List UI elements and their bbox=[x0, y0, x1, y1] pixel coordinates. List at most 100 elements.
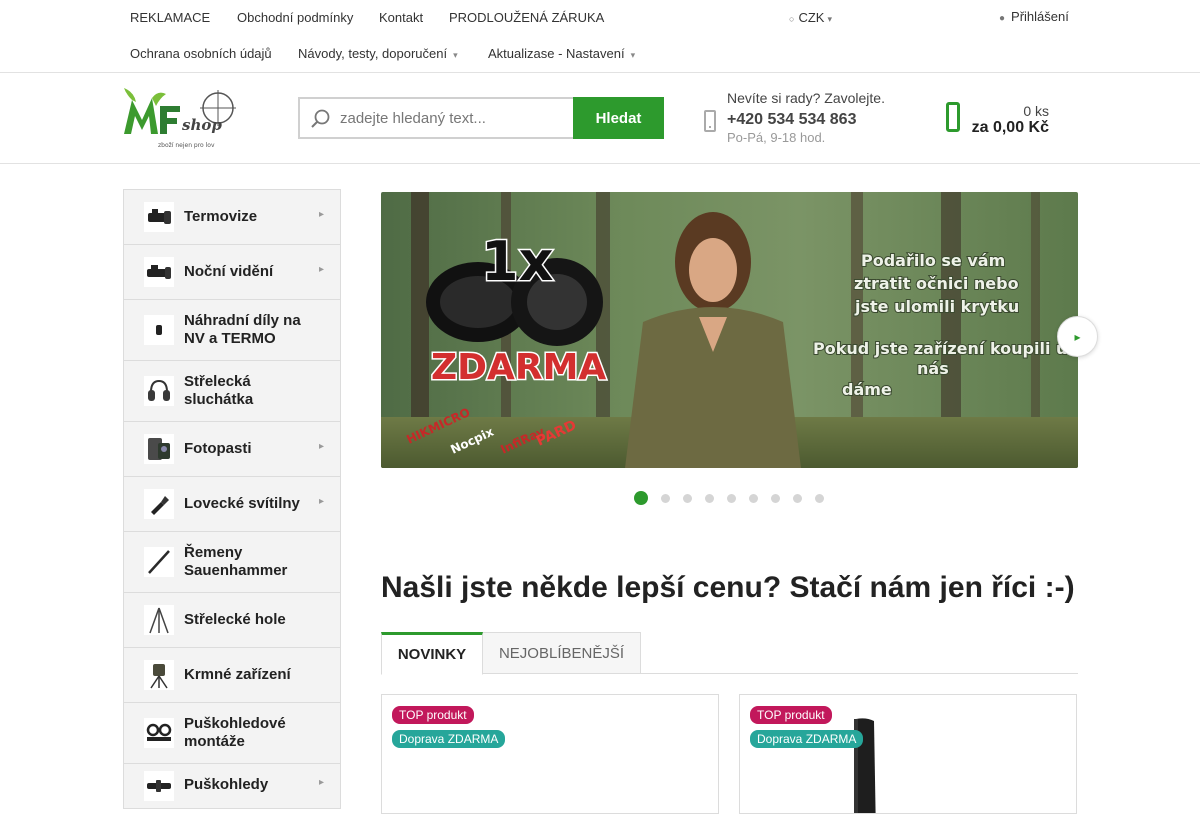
hero-banner[interactable]: 1x ZDARMA HIKMICRO Nocpix InfiRay PARD P… bbox=[381, 192, 1078, 468]
banner-text-line-5: nás bbox=[917, 359, 949, 378]
search-button[interactable]: Hledat bbox=[573, 97, 664, 139]
product-card[interactable]: TOP produkt Doprava ZDARMA bbox=[739, 694, 1077, 814]
sidebar-item-label: Lovecké svítilny bbox=[184, 495, 300, 512]
banner-dot[interactable] bbox=[683, 494, 692, 503]
sidebar-item-label: Puškohledy bbox=[184, 776, 269, 793]
menu-aktualizase-label: Aktualizase - Nastavení bbox=[488, 46, 625, 61]
night-vision-icon bbox=[144, 257, 174, 287]
site-header: shop zboží nejen pro lov Hledat Nevíte s… bbox=[0, 73, 1200, 164]
link-obchodni-podminky[interactable]: Obchodní podmínky bbox=[237, 10, 353, 25]
banner-1x-text: 1x bbox=[481, 230, 554, 293]
product-card[interactable]: TOP produkt Doprava ZDARMA bbox=[381, 694, 719, 814]
banner-text-line-2: ztratit očnici nebo bbox=[854, 274, 1019, 293]
sidebar-item-label: Termovize bbox=[184, 208, 258, 225]
search-form: Hledat bbox=[298, 97, 664, 139]
menu-navody[interactable]: Návody, testy, doporučení ▾ bbox=[298, 46, 458, 61]
search-input[interactable] bbox=[340, 107, 566, 129]
banner-text-line-6: dáme bbox=[842, 380, 892, 399]
sidebar-item-label: Střelecká sluchátka bbox=[184, 373, 254, 408]
shooting-stick-icon bbox=[144, 605, 174, 635]
flag-free-shipping: Doprava ZDARMA bbox=[392, 730, 506, 748]
help-question: Nevíte si rady? Zavolejte. bbox=[727, 90, 885, 106]
banner-text-line-1: Podařilo se vám bbox=[861, 251, 1005, 270]
rifle-sling-icon bbox=[144, 547, 174, 577]
logo-tagline: zboží nejen pro lov bbox=[158, 142, 215, 149]
link-prodlouzena-zaruka[interactable]: PRODLOUŽENÁ ZÁRUKA bbox=[449, 10, 604, 25]
phone-icon bbox=[704, 110, 716, 132]
banner-next-button[interactable]: ▸ bbox=[1057, 316, 1098, 357]
logo-graphic: shop zboží nejen pro lov bbox=[124, 88, 236, 149]
banner-dot[interactable] bbox=[634, 491, 648, 505]
chevron-right-icon: ▸ bbox=[318, 209, 324, 220]
page-headline: Našli jste někde lepší cenu? Stačí nám j… bbox=[381, 571, 1075, 604]
chevron-right-icon: ▸ bbox=[318, 264, 324, 275]
sidebar-item-label: Fotopasti bbox=[184, 440, 252, 457]
sidebar-item-nocni-videni[interactable]: Noční vidění ▸ bbox=[124, 245, 340, 300]
trail-camera-icon bbox=[144, 434, 174, 464]
banner-dot[interactable] bbox=[749, 494, 758, 503]
sidebar-item-remeny-sauenhammer[interactable]: Řemeny Sauenhammer bbox=[124, 532, 340, 593]
link-reklamace[interactable]: REKLAMACE bbox=[130, 10, 210, 25]
sidebar-item-krmne-zarizeni[interactable]: Krmné zařízení bbox=[124, 648, 340, 703]
banner-dot[interactable] bbox=[661, 494, 670, 503]
flashlight-icon bbox=[144, 489, 174, 519]
feeder-icon bbox=[144, 660, 174, 690]
login-label: Přihlášení bbox=[1011, 9, 1069, 24]
ear-protection-icon bbox=[144, 376, 174, 406]
coin-icon: ○ bbox=[789, 14, 795, 24]
sidebar-item-label: Řemeny Sauenhammer bbox=[184, 544, 288, 579]
menu-aktualizase[interactable]: Aktualizase - Nastavení ▾ bbox=[488, 46, 635, 61]
cart-quantity[interactable]: 0 ks bbox=[1023, 103, 1049, 119]
scope-mount-icon bbox=[144, 718, 174, 748]
banner-dot[interactable] bbox=[771, 494, 780, 503]
chevron-right-icon: ▸ bbox=[318, 777, 324, 788]
sidebar-item-puskohledy[interactable]: Puškohledy ▸ bbox=[124, 764, 340, 808]
sidebar-item-label: Střelecké hole bbox=[184, 611, 286, 628]
chevron-right-icon: ▸ bbox=[318, 441, 324, 452]
chevron-right-icon: ▸ bbox=[1074, 329, 1081, 344]
spare-part-icon bbox=[144, 315, 174, 345]
help-phone-number[interactable]: +420 534 534 863 bbox=[727, 111, 856, 129]
cart-icon[interactable] bbox=[946, 102, 960, 132]
top-bar: REKLAMACE Obchodní podmínky Kontakt PROD… bbox=[0, 0, 1200, 73]
banner-dot[interactable] bbox=[727, 494, 736, 503]
currency-selector[interactable]: ○ CZK ▾ bbox=[789, 10, 836, 25]
riflescope-icon bbox=[144, 771, 174, 801]
user-icon: ● bbox=[999, 13, 1006, 24]
tab-nejoblibenejsi[interactable]: NEJOBLÍBENĚJŠÍ bbox=[483, 632, 641, 674]
sidebar-item-nahradni-dily[interactable]: Náhradní díly na NV a TERMO bbox=[124, 300, 340, 361]
banner-dot[interactable] bbox=[793, 494, 802, 503]
link-kontakt[interactable]: Kontakt bbox=[379, 10, 423, 25]
banner-text-line-4: Pokud jste zařízení koupili u bbox=[813, 339, 1067, 358]
sidebar-item-lovecke-svitilny[interactable]: Lovecké svítilny ▸ bbox=[124, 477, 340, 532]
link-ochrana-udaju[interactable]: Ochrana osobních údajů bbox=[130, 46, 272, 61]
sidebar-item-strelecka-sluchatka[interactable]: Střelecká sluchátka bbox=[124, 361, 340, 422]
sidebar-item-termovize[interactable]: Termovize ▸ bbox=[124, 190, 340, 245]
sidebar-item-label: Krmné zařízení bbox=[184, 666, 291, 683]
product-tabs: NOVINKY NEJOBLÍBENĚJŠÍ bbox=[381, 632, 1078, 675]
logo-shop-text: shop bbox=[182, 116, 222, 134]
chevron-down-icon: ▾ bbox=[453, 50, 458, 60]
chevron-right-icon: ▸ bbox=[318, 496, 324, 507]
sidebar-item-label: Náhradní díly na NV a TERMO bbox=[184, 312, 301, 347]
banner-free-text: ZDARMA bbox=[431, 347, 606, 388]
cart-total[interactable]: za 0,00 Kč bbox=[972, 119, 1049, 137]
banner-dot[interactable] bbox=[815, 494, 824, 503]
tab-novinky[interactable]: NOVINKY bbox=[381, 632, 483, 675]
sidebar-item-label: Puškohledové montáže bbox=[184, 715, 286, 750]
flag-free-shipping: Doprava ZDARMA bbox=[750, 730, 864, 748]
thermal-camera-icon bbox=[144, 202, 174, 232]
category-sidebar: Termovize ▸ Noční vidění ▸ Náhradní díly… bbox=[123, 189, 341, 809]
sidebar-item-fotopasti[interactable]: Fotopasti ▸ bbox=[124, 422, 340, 477]
sidebar-item-strelecke-hole[interactable]: Střelecké hole bbox=[124, 593, 340, 648]
flag-top-product: TOP produkt bbox=[392, 706, 474, 724]
sidebar-item-puskohledove-montaze[interactable]: Puškohledové montáže bbox=[124, 703, 340, 764]
search-icon bbox=[311, 109, 330, 128]
site-logo[interactable]: shop zboží nejen pro lov bbox=[122, 86, 238, 152]
banner-image: 1x ZDARMA HIKMICRO Nocpix InfiRay PARD P… bbox=[381, 192, 1078, 468]
flag-top-product: TOP produkt bbox=[750, 706, 832, 724]
menu-navody-label: Návody, testy, doporučení bbox=[298, 46, 448, 61]
login-link[interactable]: ● Přihlášení bbox=[999, 9, 1069, 24]
chevron-down-icon: ▾ bbox=[827, 14, 832, 24]
banner-dot[interactable] bbox=[705, 494, 714, 503]
